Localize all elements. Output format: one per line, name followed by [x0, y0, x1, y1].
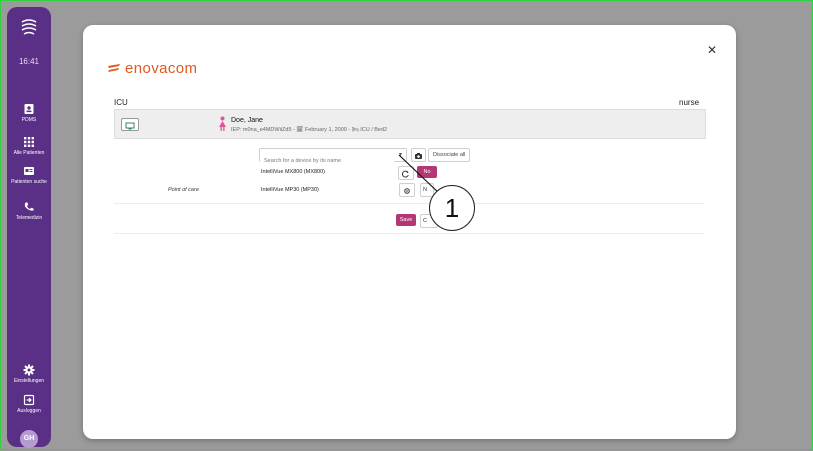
callout-number-badge: 1 — [429, 185, 475, 231]
screen-frame: 16:41 PDMS Alle Patienten Patienten such… — [0, 0, 813, 450]
callout-pointer — [398, 154, 442, 196]
